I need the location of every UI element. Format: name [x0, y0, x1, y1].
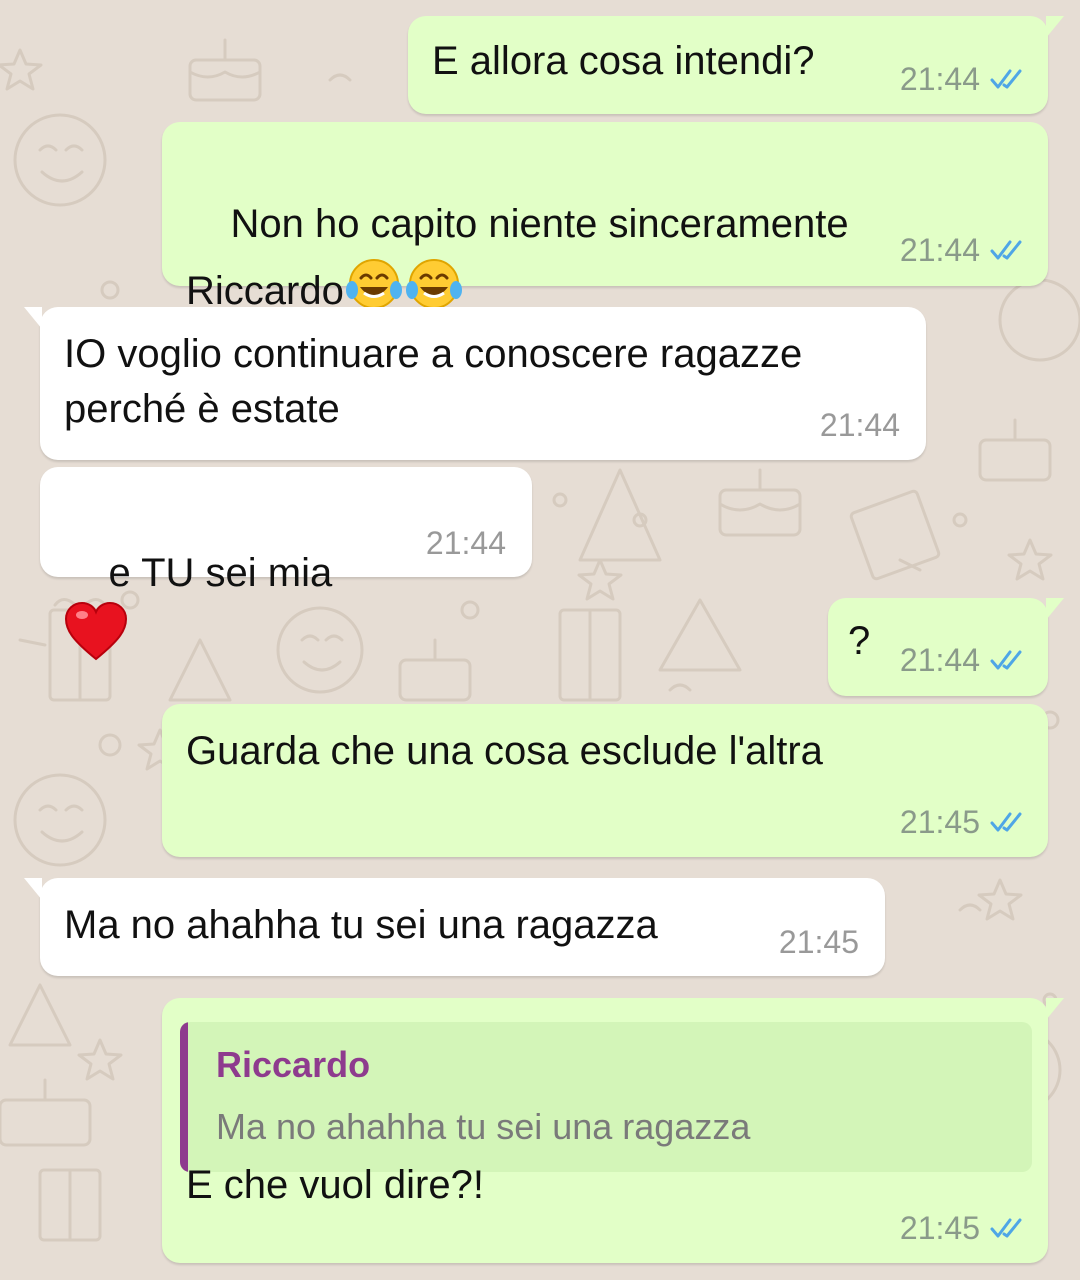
message-bubble-incoming[interactable]: e TU sei mia 21:44: [40, 467, 532, 661]
read-double-tick-icon: [990, 812, 1022, 832]
message-bubble-outgoing[interactable]: Guarda che una cosa esclude l'altra 21:4…: [162, 704, 1048, 857]
message-meta: 21:44: [900, 61, 1026, 97]
message-text-content: e TU sei mia: [108, 551, 333, 595]
face-with-tears-of-joy-icon: [404, 252, 464, 312]
read-double-tick-icon: [990, 1218, 1022, 1238]
message-time: 21:44: [899, 61, 980, 97]
message-time: 21:45: [899, 804, 980, 840]
message-time: 21:45: [899, 1210, 980, 1246]
read-double-tick-icon: [990, 650, 1022, 670]
message-meta: 21:45: [779, 924, 859, 960]
message-text: ?: [848, 619, 871, 663]
message-text: Guarda che una cosa esclude l'altra: [186, 729, 823, 773]
message-bubble-outgoing[interactable]: E allora cosa intendi? 21:44: [408, 16, 1064, 114]
message-bubble-outgoing[interactable]: Non ho capito niente sinceramente Riccar…: [162, 122, 1048, 313]
message-time: 21:44: [819, 407, 900, 443]
message-meta: 21:44: [900, 232, 1026, 268]
message-bubble-incoming[interactable]: Ma no ahahha tu sei una ragazza 21:45: [24, 878, 885, 976]
read-double-tick-icon: [990, 69, 1022, 89]
message-time: 21:44: [899, 232, 980, 268]
message-meta: 21:45: [900, 804, 1026, 840]
red-heart-icon: [64, 601, 128, 665]
message-bubble-outgoing-reply[interactable]: Riccardo Ma no ahahha tu sei una ragazza…: [162, 998, 1064, 1263]
message-text: e TU sei mia: [64, 491, 394, 727]
message-time: 21:44: [425, 525, 506, 561]
message-meta: 21:44: [820, 407, 900, 443]
quoted-message[interactable]: Riccardo Ma no ahahha tu sei una ragazza: [180, 1022, 1032, 1172]
message-time: 21:44: [899, 642, 980, 678]
message-text-content: Non ho capito niente sinceramente Riccar…: [186, 202, 849, 313]
message-meta: 21:45: [900, 1210, 1026, 1246]
message-meta: 21:44: [900, 642, 1026, 678]
message-bubble-outgoing[interactable]: ? 21:44: [828, 598, 1064, 696]
message-bubble-incoming[interactable]: IO voglio continuare a conoscere ragazze…: [24, 307, 926, 460]
message-text: E allora cosa intendi?: [432, 39, 815, 83]
message-text: Ma no ahahha tu sei una ragazza: [64, 903, 658, 947]
message-text: IO voglio continuare a conoscere ragazze…: [64, 332, 803, 431]
message-time: 21:45: [778, 924, 859, 960]
message-text: E che vuol dire?!: [186, 1163, 484, 1207]
quoted-author: Riccardo: [216, 1044, 371, 1085]
face-with-tears-of-joy-icon: [344, 252, 404, 312]
read-double-tick-icon: [990, 240, 1022, 260]
quote-accent-bar: [180, 1022, 188, 1172]
message-meta: 21:44: [426, 525, 506, 561]
quoted-text: Ma no ahahha tu sei una ragazza: [216, 1106, 751, 1147]
